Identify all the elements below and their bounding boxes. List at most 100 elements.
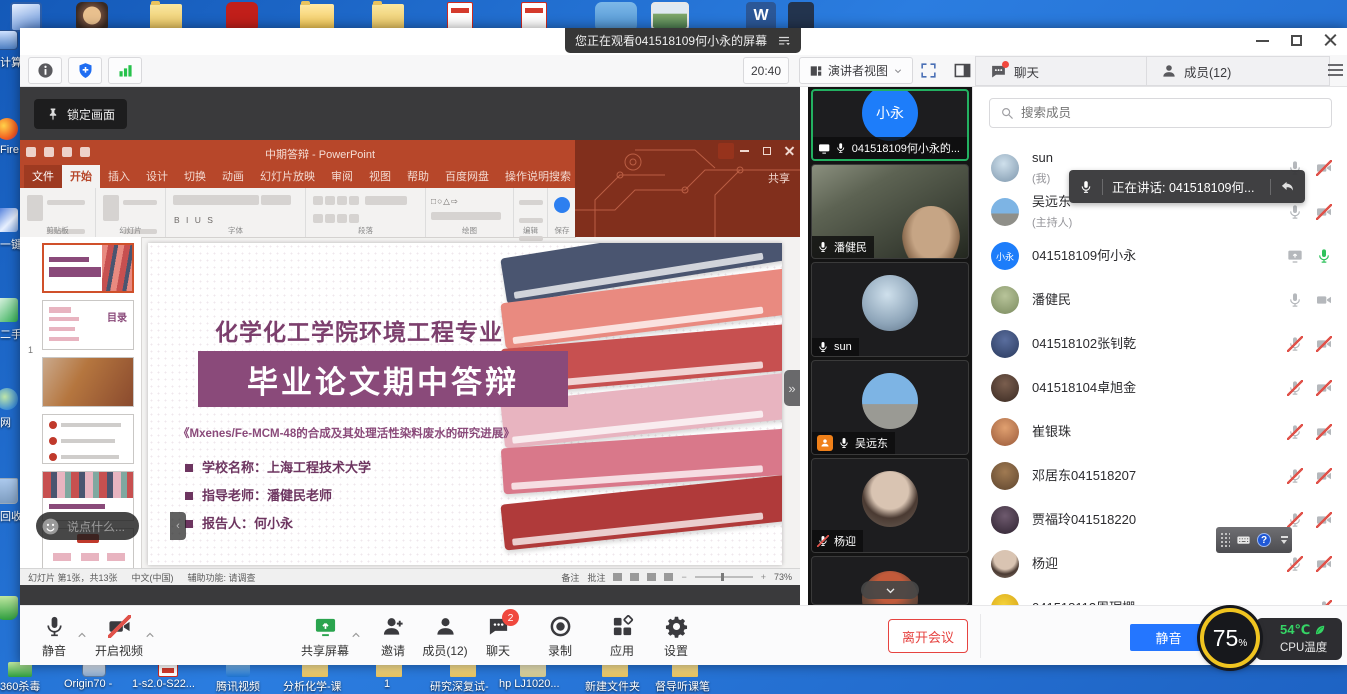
zoom-out-button[interactable]: − <box>681 572 686 582</box>
meeting-info-button[interactable] <box>28 57 62 84</box>
close-icon[interactable] <box>1324 34 1337 47</box>
video-options-caret[interactable] <box>144 628 156 640</box>
screen-share-icon[interactable] <box>1287 248 1303 264</box>
video-tile-wuyuandong[interactable]: 吴远东 <box>811 360 969 455</box>
member-row[interactable]: 041518113周琚棚 <box>973 586 1347 605</box>
camera-off-icon[interactable] <box>1316 380 1332 396</box>
green-app-icon[interactable] <box>0 298 18 322</box>
ppt-close-icon[interactable] <box>785 146 794 155</box>
floating-mute-button[interactable]: 静音 <box>1130 624 1207 651</box>
member-row[interactable]: 041518104卓旭金 <box>973 366 1347 410</box>
watching-banner[interactable]: 您正在观看041518109何小永的屏幕 <box>565 28 801 53</box>
picture-file-icon[interactable] <box>651 2 689 30</box>
lock-screen-button[interactable]: 锁定画面 <box>34 99 127 129</box>
minimize-icon[interactable] <box>1256 40 1269 42</box>
member-row[interactable]: 潘健民 <box>973 278 1347 322</box>
settings-button[interactable]: 设置 <box>641 615 711 659</box>
ppt-share-button[interactable]: 共享 <box>768 170 790 186</box>
ppt-account-avatar[interactable] <box>718 143 734 159</box>
zoom-percent[interactable]: 73% <box>774 572 792 582</box>
ppt-tab-transitions[interactable]: 切换 <box>176 165 214 188</box>
member-search-box[interactable] <box>989 98 1332 128</box>
ppt-ribbon[interactable]: 剪贴板 幻灯片 B I U S 字体 段落 <box>20 188 576 238</box>
network-quality-button[interactable] <box>108 57 142 84</box>
slide-thumbnail-3[interactable] <box>42 357 134 407</box>
video-tile-yangying[interactable]: 杨迎 <box>811 458 969 553</box>
drag-grip[interactable] <box>1220 532 1230 548</box>
mic-icon[interactable] <box>1287 204 1303 220</box>
ppt-slide-canvas[interactable]: 化学化工学院环境工程专业 毕业论文期中答辩 《Mxenes/Fe-MCM-48的… <box>148 243 782 565</box>
mic-off-icon[interactable] <box>1287 424 1303 440</box>
leave-meeting-button[interactable]: 离开会议 <box>888 619 968 653</box>
reply-arrow-icon[interactable] <box>1280 179 1295 194</box>
smiley-icon[interactable] <box>41 517 60 536</box>
camera-off-icon[interactable] <box>1316 512 1332 528</box>
mic-off-icon[interactable] <box>1287 336 1303 352</box>
folder-icon[interactable] <box>150 4 182 30</box>
ppt-tab-file[interactable]: 文件 <box>24 165 62 188</box>
firefox-icon[interactable] <box>0 118 18 140</box>
member-row[interactable]: 邓居东041518207 <box>973 454 1347 498</box>
folder-icon[interactable] <box>372 4 404 30</box>
help-icon[interactable]: ? <box>1257 533 1271 547</box>
ppt-tab-home[interactable]: 开始 <box>62 165 100 188</box>
recycle-bin-icon[interactable] <box>0 478 18 504</box>
banner-menu-icon[interactable] <box>777 34 791 48</box>
mic-off-icon[interactable] <box>1287 512 1303 528</box>
onekey-app-icon[interactable] <box>0 208 18 232</box>
slide-sorter-icon[interactable] <box>630 573 639 581</box>
camera-off-icon[interactable] <box>1316 204 1332 220</box>
ppt-tab-view[interactable]: 视图 <box>361 165 399 188</box>
my-computer-icon[interactable] <box>0 30 18 50</box>
normal-view-icon[interactable] <box>613 573 622 581</box>
chat-button[interactable]: 2 聊天 <box>463 615 533 659</box>
ppt-maximize-icon[interactable] <box>763 147 771 155</box>
zoom-in-button[interactable]: + <box>761 572 766 582</box>
tab-members[interactable]: 成员(12) <box>1146 56 1330 86</box>
camera-off-icon[interactable] <box>1316 424 1332 440</box>
member-row[interactable]: 崔银珠 <box>973 410 1347 454</box>
scroll-down-tiles-button[interactable] <box>861 581 919 599</box>
reading-view-icon[interactable] <box>647 573 656 581</box>
mic-off-icon[interactable] <box>1287 380 1303 396</box>
ppt-tab-review[interactable]: 审阅 <box>323 165 361 188</box>
maximize-icon[interactable] <box>1291 35 1302 46</box>
ppt-quick-access-toolbar[interactable] <box>26 147 90 157</box>
record-button[interactable]: 录制 <box>525 615 595 659</box>
member-search-input[interactable] <box>1021 106 1301 120</box>
panel-collapse-handle[interactable]: » <box>784 370 800 406</box>
member-row[interactable]: 041518102张钊乾 <box>973 322 1347 366</box>
notes-toggle[interactable]: 备注 <box>561 571 579 584</box>
ppt-tab-help[interactable]: 帮助 <box>399 165 437 188</box>
video-tile-partial[interactable] <box>811 556 969 605</box>
member-row[interactable]: 小永 041518109何小永 <box>973 234 1347 278</box>
ime-minimize-icons[interactable] <box>1281 536 1288 544</box>
network-globe-icon[interactable] <box>0 388 18 410</box>
camera-off-icon[interactable] <box>1316 468 1332 484</box>
ppt-tellme-search[interactable]: 操作说明搜索 <box>497 165 579 188</box>
camera-icon[interactable] <box>1316 292 1332 308</box>
security-button[interactable] <box>68 57 102 84</box>
side-panel-toggle-icon[interactable] <box>953 61 972 80</box>
slide-thumbnail-1[interactable] <box>42 243 134 293</box>
mic-icon[interactable] <box>1287 292 1303 308</box>
panel-menu-icon[interactable] <box>1328 64 1343 78</box>
ppt-tab-insert[interactable]: 插入 <box>100 165 138 188</box>
quick-chat-input[interactable]: 说点什么... <box>36 512 139 540</box>
tab-chat[interactable]: 聊天 <box>975 56 1147 86</box>
video-tile-panjianmin[interactable]: 潘健民 <box>811 164 969 259</box>
ppt-tab-design[interactable]: 设计 <box>138 165 176 188</box>
keyboard-icon[interactable] <box>1235 533 1252 547</box>
video-tile-hexiaoyong[interactable]: 小永 041518109何小永的... <box>811 89 969 161</box>
ppt-tab-animations[interactable]: 动画 <box>214 165 252 188</box>
zoom-slider[interactable] <box>695 576 753 578</box>
video-tile-sun[interactable]: sun <box>811 262 969 357</box>
slide-thumbnail-2[interactable]: 目录 <box>42 300 134 350</box>
shield-app-icon[interactable] <box>0 596 18 620</box>
ime-language-bar[interactable]: ? <box>1216 527 1292 553</box>
fullscreen-icon[interactable] <box>919 61 938 80</box>
slide-thumbnail-4[interactable] <box>42 414 134 464</box>
view-mode-dropdown[interactable]: 演讲者视图 <box>799 57 913 84</box>
mic-off-icon[interactable] <box>1287 468 1303 484</box>
open-folder-icon[interactable] <box>300 4 334 30</box>
